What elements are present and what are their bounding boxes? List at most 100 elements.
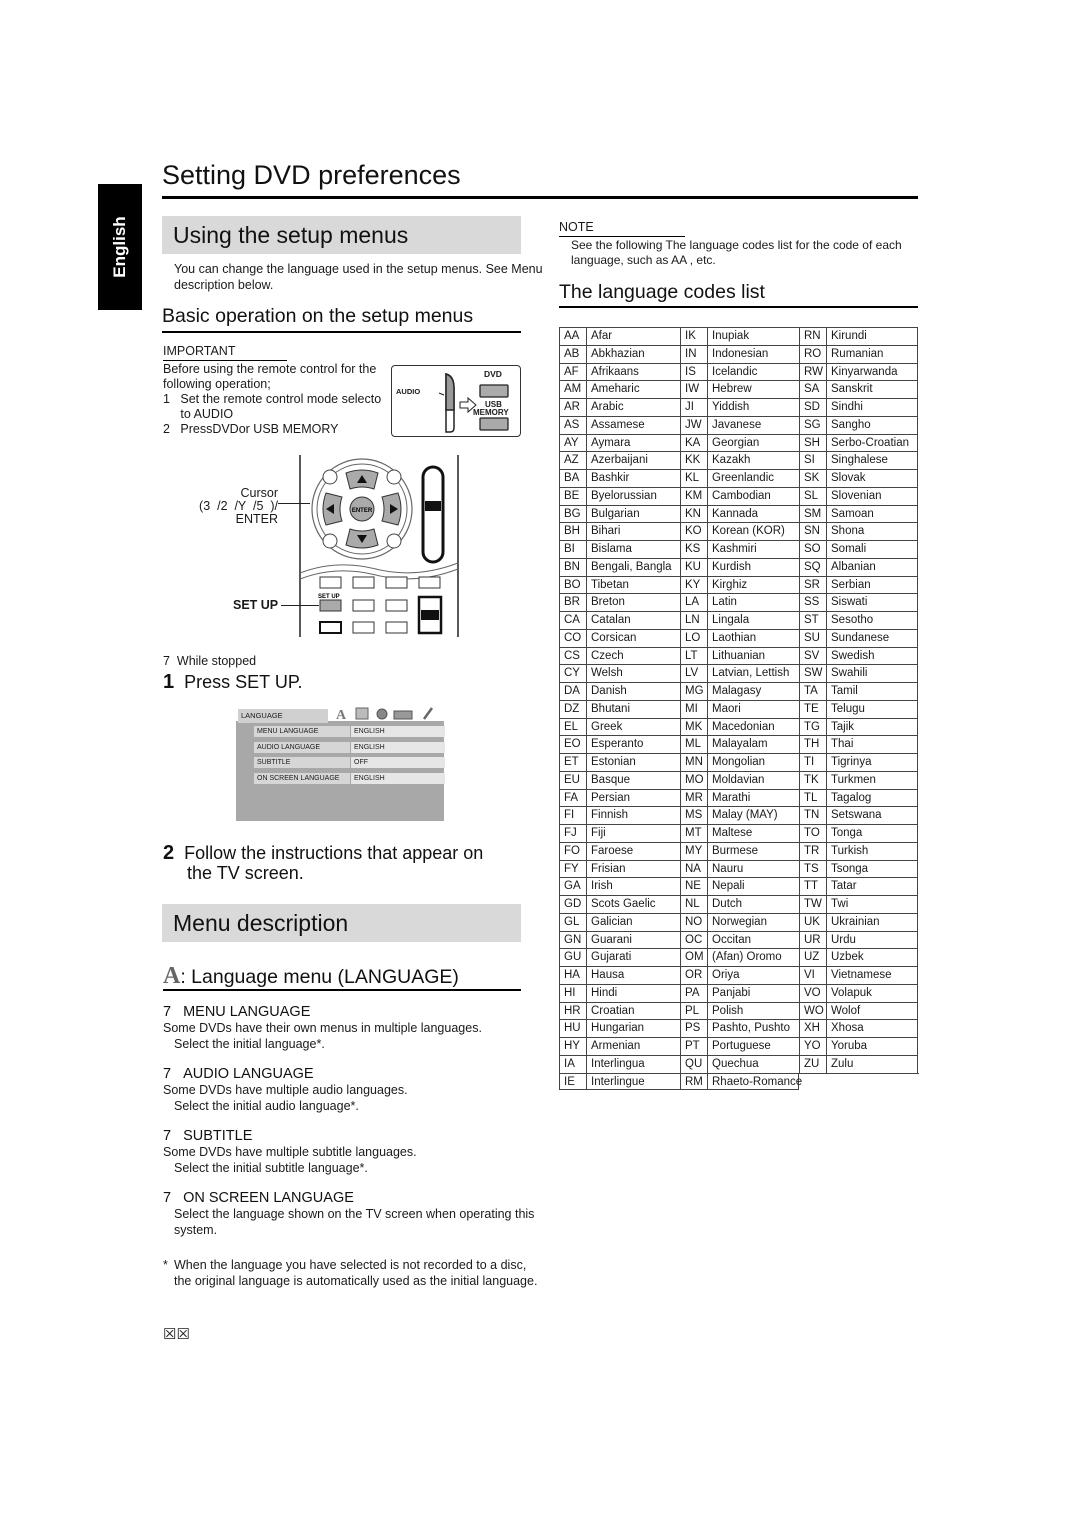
language-name: Bulgarian <box>586 504 680 523</box>
language-code: KK <box>680 451 707 469</box>
language-name: Xhosa <box>826 1019 918 1037</box>
tv-row-key: MENU LANGUAGE <box>254 726 350 737</box>
language-code: BG <box>559 504 586 523</box>
title-rule <box>162 196 918 199</box>
language-code: SO <box>799 540 826 558</box>
language-name: Hebrew <box>707 380 799 398</box>
language-name: Scots Gaelic <box>586 895 680 913</box>
language-name: Kirundi <box>826 327 918 345</box>
language-name: Swahili <box>826 664 918 682</box>
language-name: Persian <box>586 788 680 807</box>
language-name: Frisian <box>586 859 680 878</box>
language-name: Moldavian <box>707 770 799 789</box>
language-code: MI <box>680 699 707 718</box>
language-name: Ukrainian <box>826 912 918 931</box>
language-code: RN <box>799 327 826 345</box>
language-name: Rhaeto-Romance <box>707 1072 802 1091</box>
language-name: Tonga <box>826 824 918 842</box>
setup-button <box>319 599 342 612</box>
language-name: Malagasy <box>707 682 799 700</box>
language-code: TR <box>799 841 826 860</box>
language-code: KY <box>680 575 707 594</box>
language-name: Quechua <box>707 1054 799 1073</box>
important-line: 2 PressDVDor USB MEMORY <box>163 422 339 436</box>
language-code: KS <box>680 540 707 558</box>
language-name: Nauru <box>707 859 799 878</box>
step-number: 1 <box>163 671 175 693</box>
language-code: TL <box>799 788 826 807</box>
language-code: MT <box>680 824 707 842</box>
language-name: Inupiak <box>707 327 799 345</box>
language-code: JW <box>680 415 707 434</box>
language-code: YO <box>799 1037 826 1055</box>
language-code: EL <box>559 717 586 736</box>
language-name: Panjabi <box>707 983 799 1002</box>
language-name: Sundanese <box>826 628 918 647</box>
language-name: Twi <box>826 895 918 913</box>
bullet-number: 7 <box>163 1004 172 1020</box>
tv-row-value: ENGLISH <box>351 726 445 737</box>
language-name: Portuguese <box>707 1037 799 1055</box>
language-name: Icelandic <box>707 362 799 381</box>
language-code: EO <box>559 735 586 753</box>
language-name: Pashto, Pushto <box>707 1019 799 1037</box>
language-name: (Afan) Oromo <box>707 948 799 966</box>
language-code: IA <box>559 1054 586 1073</box>
important-line: to AUDIO <box>163 407 234 421</box>
language-code: BN <box>559 557 586 576</box>
language-code: CA <box>559 611 586 629</box>
language-name: Singhalese <box>826 451 918 469</box>
important-line: 1 Set the remote control mode selecto <box>163 392 382 406</box>
language-code: LT <box>680 646 707 665</box>
language-code: JI <box>680 398 707 416</box>
language-name: Setswana <box>826 806 918 824</box>
language-name: Kirghiz <box>707 575 799 594</box>
language-code: HR <box>559 1001 586 1020</box>
footnote-mark: * <box>163 1258 168 1272</box>
corner-button <box>386 533 402 549</box>
language-name: Marathi <box>707 788 799 807</box>
language-name: Kazakh <box>707 451 799 469</box>
language-code: TN <box>799 806 826 824</box>
tv-row-key: AUDIO LANGUAGE <box>254 742 350 753</box>
language-name: Kinyarwanda <box>826 362 918 381</box>
language-name: Korean (KOR) <box>707 522 799 540</box>
audio-label: AUDIO <box>396 387 421 396</box>
language-side-tab: English <box>98 184 142 310</box>
language-name: Siswati <box>826 593 918 611</box>
language-name: Uzbek <box>826 948 918 966</box>
language-code: PA <box>680 983 707 1002</box>
item-title: ON SCREEN LANGUAGE <box>183 1190 354 1206</box>
language-code: BI <box>559 540 586 558</box>
bullet-number: 7 <box>163 1066 172 1082</box>
language-name: Burmese <box>707 841 799 860</box>
setup-intro: You can change the language used in the … <box>174 261 574 293</box>
language-name: Serbian <box>826 575 918 594</box>
language-code: VI <box>799 966 826 984</box>
language-code: MY <box>680 841 707 860</box>
language-code: OM <box>680 948 707 966</box>
tv-menu-icons: A <box>336 707 434 721</box>
language-name: Turkish <box>826 841 918 860</box>
language-code: FI <box>559 806 586 824</box>
language-code: FY <box>559 859 586 878</box>
language-name: Vietnamese <box>826 966 918 984</box>
language-code: AM <box>559 380 586 398</box>
language-code: TW <box>799 895 826 913</box>
language-code: AS <box>559 415 586 434</box>
language-name: Finnish <box>586 806 680 824</box>
language-name: Azerbaijani <box>586 451 680 469</box>
language-name: Arabic <box>586 398 680 416</box>
language-code: GA <box>559 877 586 895</box>
language-name: Kashmiri <box>707 540 799 558</box>
item-desc: Select the language shown on the TV scre… <box>174 1207 535 1221</box>
tv-row-value: OFF <box>351 757 445 768</box>
language-code: ET <box>559 753 586 771</box>
language-code: PT <box>680 1037 707 1055</box>
remote-control-illustration: ENTER SET UP <box>296 455 466 637</box>
language-name: Yoruba <box>826 1037 918 1055</box>
language-name: Latin <box>707 593 799 611</box>
language-code: NA <box>680 859 707 878</box>
language-code: MK <box>680 717 707 736</box>
important-rule <box>163 360 287 361</box>
